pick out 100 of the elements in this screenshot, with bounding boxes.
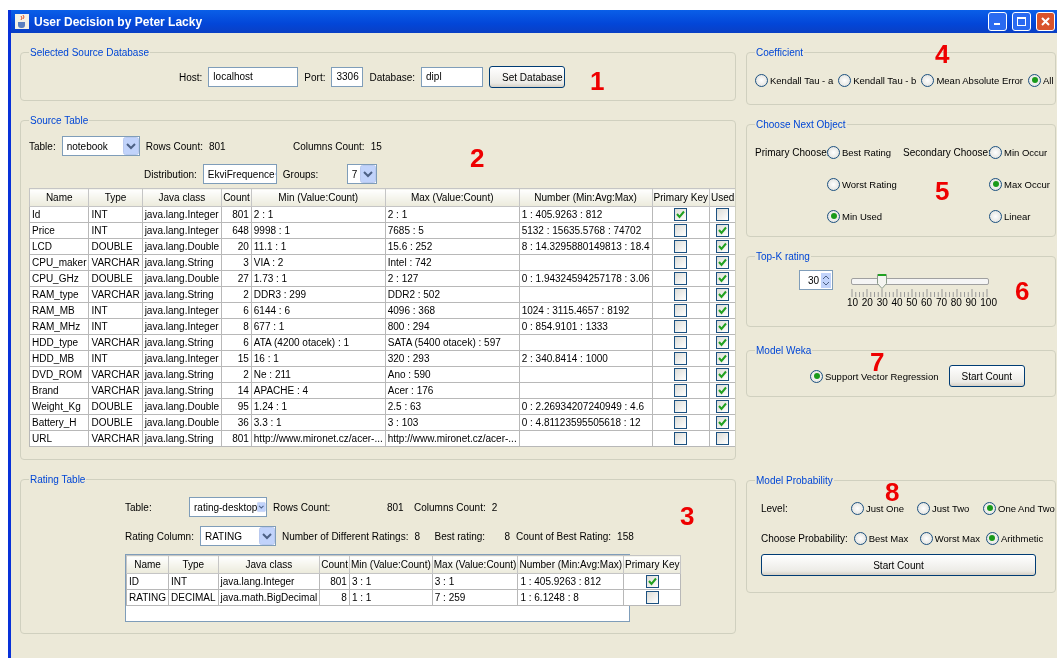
column-header[interactable]: Number (Min:Avg:Max): [517, 555, 624, 574]
checkbox[interactable]: [674, 304, 688, 317]
dropdown[interactable]: EkviFrequence: [202, 164, 277, 184]
field-label: Number of Different Ratings:: [281, 529, 409, 543]
checkbox[interactable]: [716, 352, 730, 365]
field-label: Distribution:: [144, 167, 197, 181]
column-header[interactable]: Max (Value:Count): [385, 188, 520, 207]
radio-option[interactable]: Linear: [989, 209, 1047, 223]
text-field[interactable]: dipl: [421, 67, 484, 87]
column-header[interactable]: Primary Key: [652, 188, 710, 207]
table-cell: 20: [221, 238, 252, 255]
checkbox[interactable]: [674, 240, 688, 253]
checkbox[interactable]: [716, 432, 730, 445]
table-cell: java.lang.String: [142, 366, 222, 383]
table-cell: 0 : 854.9101 : 1333: [519, 318, 653, 335]
column-header[interactable]: Number (Min:Avg:Max): [519, 188, 653, 207]
checkbox[interactable]: [674, 384, 688, 397]
table-cell: java.lang.String: [142, 334, 222, 351]
caret-icon[interactable]: [258, 527, 275, 545]
checkbox[interactable]: [716, 320, 730, 333]
dropdown[interactable]: 7: [346, 164, 377, 184]
column-header[interactable]: Name: [29, 188, 89, 207]
checkbox[interactable]: [674, 352, 688, 365]
section-title: Model Probability: [755, 476, 834, 486]
radio-option[interactable]: Best Rating: [827, 145, 903, 159]
close-button[interactable]: [1036, 12, 1055, 31]
column-header[interactable]: Max (Value:Count): [432, 555, 518, 574]
text-field[interactable]: localhost: [208, 67, 299, 87]
checkbox[interactable]: [716, 368, 730, 381]
checkbox[interactable]: [674, 208, 688, 221]
checkbox[interactable]: [674, 432, 688, 445]
checkbox[interactable]: [716, 288, 730, 301]
slider-thumb[interactable]: [876, 273, 887, 289]
radio-option[interactable]: Min Used: [827, 209, 903, 223]
table-cell: java.lang.Integer: [218, 573, 320, 590]
radio-option[interactable]: Arithmetic: [985, 531, 1044, 545]
checkbox[interactable]: [716, 224, 730, 237]
minimize-button[interactable]: [988, 12, 1007, 31]
checkbox[interactable]: [674, 288, 688, 301]
radio-option[interactable]: One And Two: [983, 501, 1055, 515]
radio-option[interactable]: Just Two: [917, 501, 977, 515]
checkbox[interactable]: [674, 336, 688, 349]
start-count-button[interactable]: Start Count: [761, 554, 1036, 576]
checkbox[interactable]: [716, 272, 730, 285]
dropdown[interactable]: notebook: [61, 136, 140, 156]
table-cell: 6: [221, 302, 252, 319]
checkbox[interactable]: [674, 320, 688, 333]
checkbox[interactable]: [716, 208, 730, 221]
radio-option[interactable]: Worst Rating: [827, 177, 903, 191]
spinner-field[interactable]: 30: [799, 270, 833, 290]
checkbox[interactable]: [645, 575, 659, 588]
radio-option[interactable]: Kendall Tau - b: [838, 73, 917, 87]
dropdown[interactable]: RATING: [199, 526, 276, 546]
table-cell: 2 : 1: [251, 206, 386, 223]
radio-option[interactable]: Min Occur: [989, 145, 1047, 159]
column-header[interactable]: Used: [709, 188, 735, 207]
table-cell: 1 : 6.1248 : 8: [517, 589, 624, 606]
checkbox[interactable]: [716, 304, 730, 317]
radio-option[interactable]: Best Max: [853, 531, 914, 545]
table-cell: VARCHAR: [88, 254, 143, 271]
table-cell: Price: [29, 222, 89, 239]
checkbox[interactable]: [674, 368, 688, 381]
column-header[interactable]: Count: [319, 555, 350, 574]
checkbox[interactable]: [716, 416, 730, 429]
checkbox[interactable]: [674, 400, 688, 413]
dropdown[interactable]: rating-desktop: [189, 497, 267, 517]
field-label: Table:: [125, 500, 153, 514]
column-header[interactable]: Type: [168, 555, 218, 574]
radio-option[interactable]: Worst Max: [919, 531, 980, 545]
checkbox[interactable]: [716, 400, 730, 413]
table-cell: 3 : 1: [349, 573, 433, 590]
column-header[interactable]: Min (Value:Count): [349, 555, 433, 574]
caret-icon[interactable]: [122, 137, 139, 155]
maximize-button[interactable]: [1012, 12, 1031, 31]
checkbox[interactable]: [716, 336, 730, 349]
checkbox[interactable]: [716, 256, 730, 269]
checkbox[interactable]: [645, 591, 659, 604]
column-header[interactable]: Min (Value:Count): [251, 188, 386, 207]
table-cell: java.lang.Double: [142, 270, 222, 287]
column-header[interactable]: Count: [221, 188, 252, 207]
checkbox[interactable]: [674, 224, 688, 237]
checkbox[interactable]: [674, 256, 688, 269]
radio-option[interactable]: Kendall Tau - a: [755, 73, 834, 87]
checkbox[interactable]: [716, 240, 730, 253]
column-header[interactable]: Java class: [218, 555, 320, 574]
field-label: Table:: [29, 139, 56, 153]
caret-icon[interactable]: [359, 165, 376, 183]
column-header[interactable]: Java class: [142, 188, 222, 207]
start-count-button[interactable]: Start Count: [948, 365, 1026, 387]
column-header[interactable]: Name: [126, 555, 169, 574]
spinner-arrows-icon[interactable]: [821, 272, 831, 288]
checkbox[interactable]: [674, 416, 688, 429]
column-header[interactable]: Primary Key: [623, 555, 681, 574]
checkbox[interactable]: [716, 384, 730, 397]
radio-option[interactable]: Mean Absolute Error: [921, 73, 1023, 87]
set-database-button[interactable]: Set Database: [489, 66, 566, 88]
checkbox[interactable]: [674, 272, 688, 285]
column-header[interactable]: Type: [88, 188, 143, 207]
table-cell: INT: [88, 222, 143, 239]
text-field[interactable]: 3306: [331, 67, 364, 87]
